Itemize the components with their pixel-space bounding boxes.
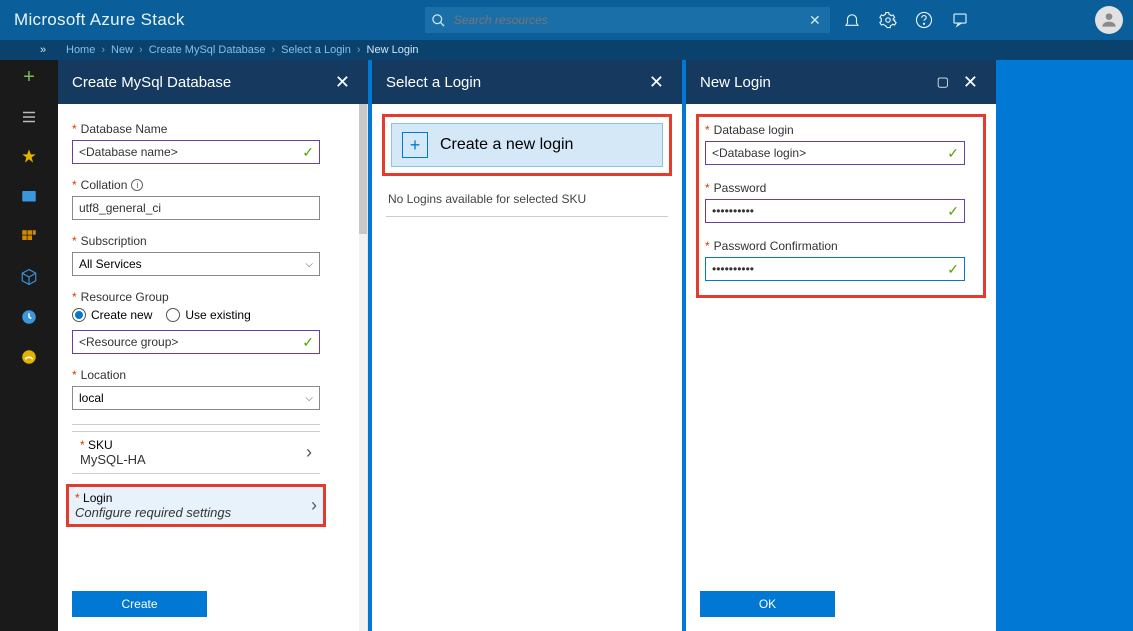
blade-title: New Login	[700, 74, 933, 91]
info-icon[interactable]: i	[131, 179, 143, 191]
ok-button[interactable]: OK	[700, 591, 835, 617]
no-logins-text: No Logins available for selected SKU	[386, 186, 668, 212]
nav-favorites-icon[interactable]	[18, 146, 40, 168]
top-bar: Microsoft Azure Stack ✕	[0, 0, 1133, 40]
breadcrumb-home[interactable]: Home	[60, 44, 101, 56]
search-input[interactable]	[452, 12, 806, 28]
plus-icon: +	[402, 132, 428, 158]
db-login-label: Database login	[714, 123, 794, 137]
collation-input[interactable]	[72, 196, 320, 220]
check-icon: ✓	[947, 261, 959, 278]
breadcrumb-expand-icon[interactable]: »	[40, 44, 46, 56]
nav-cube-icon[interactable]	[18, 266, 40, 288]
blade-title: Select a Login	[386, 74, 645, 91]
breadcrumb-select-login[interactable]: Select a Login	[275, 44, 357, 56]
search-icon	[431, 13, 446, 28]
rg-use-existing-radio[interactable]: Use existing	[166, 308, 250, 322]
db-name-label: Database Name	[81, 122, 168, 136]
create-button[interactable]: Create	[72, 591, 207, 617]
close-icon[interactable]: ✕	[959, 72, 982, 93]
nav-gauge-icon[interactable]	[18, 346, 40, 368]
brand-title: Microsoft Azure Stack	[0, 10, 185, 30]
breadcrumb-bar: » Home› New› Create MySql Database› Sele…	[0, 40, 1133, 60]
clear-search-icon[interactable]: ✕	[806, 12, 824, 29]
nav-list-icon[interactable]	[18, 106, 40, 128]
blade-create-mysql: Create MySql Database ✕ *Database Name ✓…	[58, 60, 368, 631]
rg-create-new-radio[interactable]: Create new	[72, 308, 152, 322]
close-icon[interactable]: ✕	[645, 72, 668, 93]
scrollbar-track[interactable]	[359, 104, 367, 631]
subscription-dropdown[interactable]: All Services⌵	[72, 252, 320, 276]
breadcrumb-new[interactable]: New	[105, 44, 139, 56]
help-icon[interactable]	[906, 0, 942, 40]
user-avatar[interactable]	[1095, 6, 1123, 34]
chevron-right-icon: ›	[311, 495, 317, 516]
scrollbar-thumb[interactable]	[359, 104, 367, 234]
chevron-down-icon: ⌵	[305, 259, 313, 270]
feedback-icon[interactable]	[942, 0, 978, 40]
chevron-down-icon: ⌵	[305, 393, 313, 404]
check-icon: ✓	[947, 203, 959, 220]
blade-title: Create MySql Database	[72, 74, 331, 91]
nav-grid-icon[interactable]	[18, 226, 40, 248]
notifications-icon[interactable]	[834, 0, 870, 40]
top-icon-bar	[834, 0, 978, 40]
nav-clock-icon[interactable]	[18, 306, 40, 328]
blade-background	[1000, 60, 1087, 631]
resource-group-input[interactable]	[72, 330, 320, 354]
search-box[interactable]: ✕	[425, 7, 830, 33]
create-new-login-button[interactable]: + Create a new login	[391, 123, 663, 167]
resource-group-label: Resource Group	[81, 290, 169, 304]
check-icon: ✓	[302, 334, 314, 351]
chevron-right-icon: ›	[306, 442, 312, 463]
password-label: Password	[714, 181, 767, 195]
nav-rail: +	[0, 60, 58, 631]
password-confirm-label: Password Confirmation	[714, 239, 838, 253]
sku-selector[interactable]: * SKU MySQL-HA ›	[72, 431, 320, 474]
subscription-label: Subscription	[81, 234, 147, 248]
db-login-input[interactable]	[705, 141, 965, 165]
nav-dashboard-icon[interactable]	[18, 186, 40, 208]
breadcrumb-current: New Login	[361, 44, 425, 56]
collation-label: Collation	[81, 178, 128, 192]
check-icon: ✓	[947, 145, 959, 162]
settings-icon[interactable]	[870, 0, 906, 40]
blade-new-login: New Login ▢ ✕ *Database login ✓ *Passwor…	[686, 60, 996, 631]
nav-new-icon[interactable]: +	[18, 66, 40, 88]
location-dropdown[interactable]: local⌵	[72, 386, 320, 410]
close-icon[interactable]: ✕	[331, 72, 354, 93]
db-name-input[interactable]	[72, 140, 320, 164]
location-label: Location	[81, 368, 126, 382]
check-icon: ✓	[302, 144, 314, 161]
password-input[interactable]	[705, 199, 965, 223]
create-new-login-label: Create a new login	[440, 136, 573, 154]
login-selector[interactable]: * Login Configure required settings ›	[66, 484, 326, 527]
maximize-icon[interactable]: ▢	[933, 74, 953, 90]
breadcrumb-create-db[interactable]: Create MySql Database	[143, 44, 272, 56]
password-confirm-input[interactable]	[705, 257, 965, 281]
blade-select-login: Select a Login ✕ + Create a new login No…	[372, 60, 682, 631]
